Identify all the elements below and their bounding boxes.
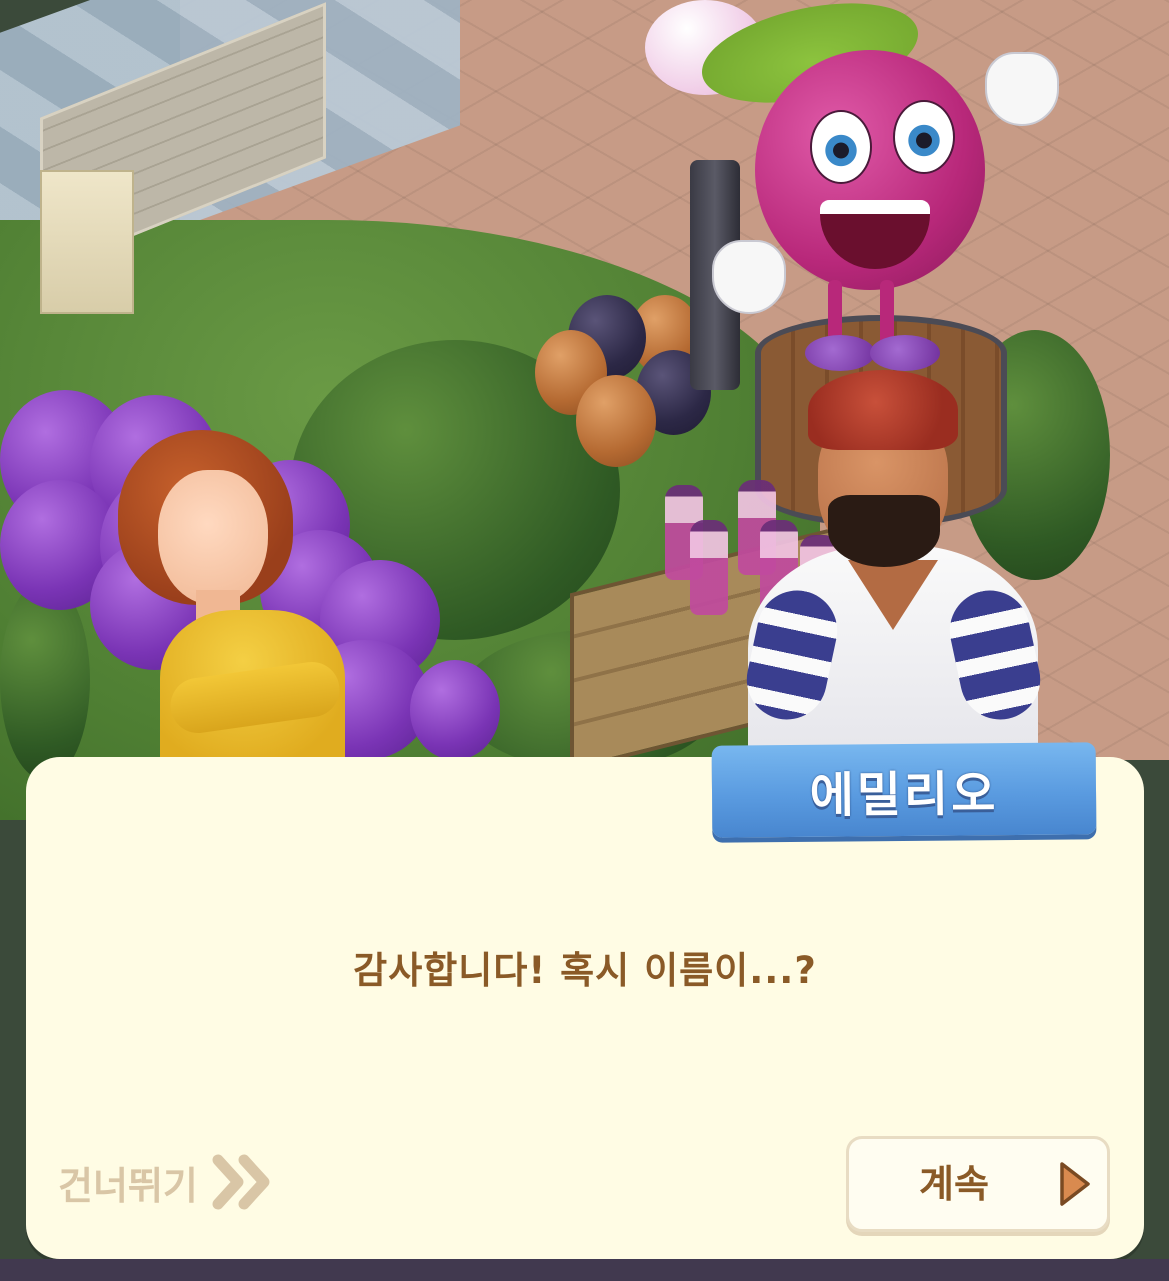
double-chevron-right-icon (212, 1154, 276, 1210)
mascot-glove (712, 240, 786, 314)
speaker-name: 에밀리오 (809, 766, 999, 824)
skip-label: 건너뛰기 (58, 1163, 198, 1208)
bottom-scene-strip (0, 1259, 1169, 1281)
mascot-glove (985, 52, 1059, 126)
juice-bottle (690, 520, 728, 615)
mascot-shoe (870, 335, 940, 371)
emilio-red-cap (808, 370, 958, 450)
continue-label: 계속 (919, 1162, 989, 1206)
play-triangle-icon (1057, 1159, 1093, 1213)
orange-balloon (576, 375, 656, 467)
stone-pillar (40, 170, 134, 314)
emilio-beard (828, 495, 940, 567)
speaker-name-tag: 에밀리오 (711, 742, 1097, 838)
woman-face (158, 470, 268, 605)
mascot-eye (810, 110, 872, 184)
mascot-eye (893, 100, 955, 174)
dialog-message: 감사합니다! 혹시 이름이...? (353, 949, 817, 992)
garden-bush (0, 580, 90, 780)
skip-button[interactable]: 건너뛰기 (58, 1148, 276, 1216)
purple-balloon (410, 660, 500, 760)
mascot-shoe (805, 335, 875, 371)
continue-button[interactable]: 계속 (846, 1136, 1110, 1232)
